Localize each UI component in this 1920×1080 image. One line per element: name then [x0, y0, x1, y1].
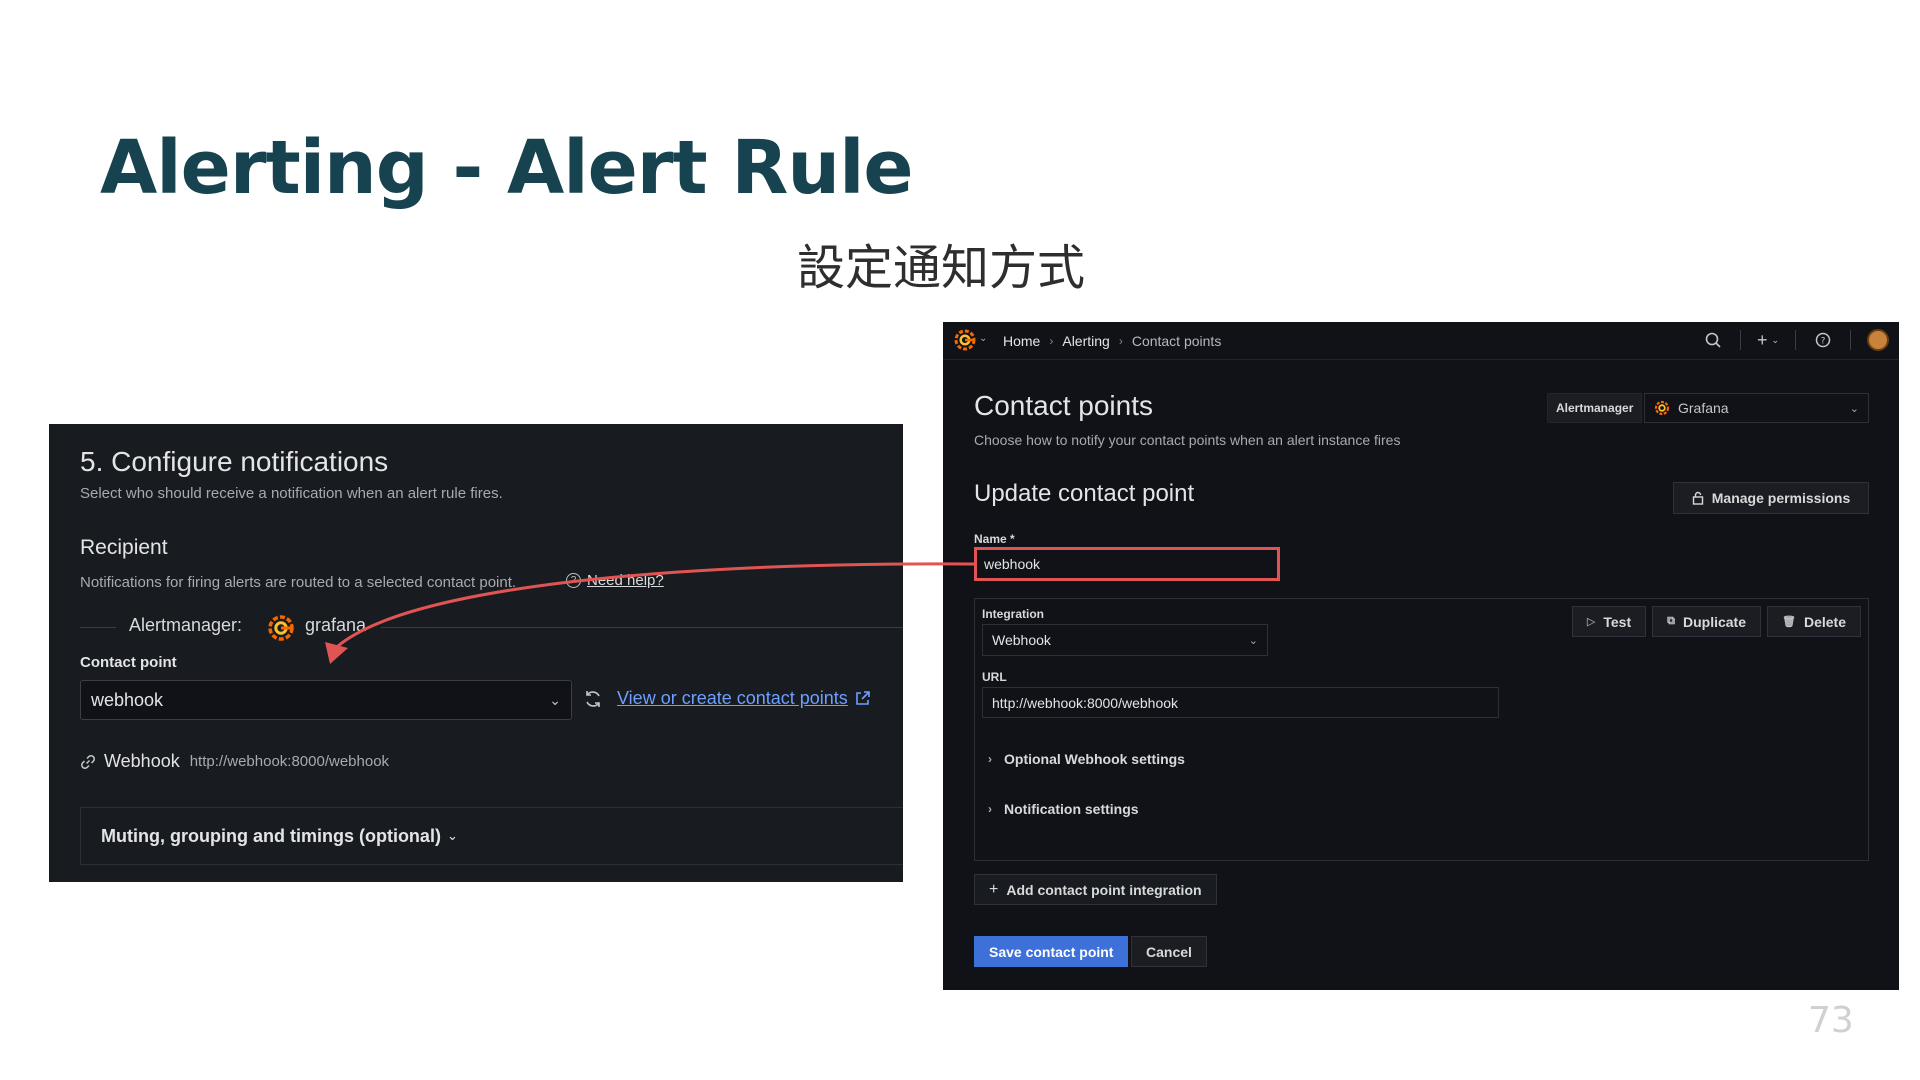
alertmanager-label: Alertmanager: [1547, 393, 1643, 423]
play-icon: ▷: [1586, 616, 1596, 628]
link-icon: [81, 754, 95, 769]
configure-notifications-panel: 5. Configure notifications Select who sh…: [49, 424, 903, 882]
contact-point-label: Contact point: [80, 654, 177, 671]
url-input[interactable]: http://webhook:8000/webhook: [982, 687, 1499, 718]
configure-notifications-description: Select who should receive a notification…: [80, 485, 503, 502]
delete-button-label: Delete: [1803, 613, 1846, 630]
breadcrumb: Home › Alerting › Contact points: [1003, 333, 1221, 349]
breadcrumb-home[interactable]: Home: [1003, 333, 1040, 349]
save-contact-point-button[interactable]: Save contact point: [974, 936, 1129, 967]
slide-title: Alerting - Alert Rule: [100, 125, 914, 211]
divider: [1850, 330, 1851, 350]
divider: [1739, 330, 1741, 350]
help-icon[interactable]: ?: [1812, 329, 1834, 351]
chevron-down-icon: ⌄: [549, 691, 561, 708]
divider: [1795, 330, 1796, 350]
integration-section: Integration Webhook ⌄ URL http://webhook…: [974, 598, 1869, 861]
view-contact-points-label: View or create contact points: [617, 688, 848, 708]
integration-selected-value: Webhook: [992, 632, 1051, 648]
alertmanager-selected-value: Grafana: [1678, 400, 1729, 416]
alertmanager-label: Alertmanager:: [129, 615, 243, 635]
contact-point-select[interactable]: webhook ⌄: [80, 680, 572, 720]
chevron-down-icon: ⌄: [446, 828, 458, 843]
chevron-right-icon: ›: [988, 802, 992, 816]
alertmanager-value: grafana: [305, 615, 367, 635]
chevron-right-icon: ›: [1049, 334, 1054, 348]
page-number: 73: [1808, 1000, 1854, 1041]
avatar[interactable]: [1867, 329, 1889, 351]
webhook-type: Webhook: [104, 751, 180, 771]
page-title: Contact points: [974, 390, 1153, 421]
test-button-label: Test: [1603, 613, 1632, 630]
chevron-right-icon: ›: [1118, 334, 1123, 348]
need-help-link[interactable]: ? Need help?: [566, 572, 664, 589]
test-button[interactable]: ▷ Test: [1571, 606, 1647, 637]
copy-icon: ⧉: [1667, 615, 1675, 627]
manage-permissions-button[interactable]: Manage permissions: [1673, 482, 1869, 514]
grafana-logo-icon: [268, 615, 294, 641]
breadcrumb-contact-points: Contact points: [1131, 333, 1222, 349]
contact-points-panel: ⌄ Home › Alerting › Contact points + ⌄ ?: [943, 322, 1899, 990]
chevron-right-icon: ›: [988, 752, 992, 766]
muting-grouping-toggle[interactable]: Muting, grouping and timings (optional) …: [80, 807, 903, 865]
plus-icon: +: [1756, 329, 1768, 350]
webhook-summary: Webhook http://webhook:8000/webhook: [80, 751, 389, 772]
delete-button[interactable]: 🗑 Delete: [1767, 606, 1861, 637]
divider: [80, 627, 116, 628]
add-integration-label: Add contact point integration: [1006, 881, 1202, 898]
name-field-label: Name *: [974, 532, 1015, 546]
svg-text:?: ?: [1821, 337, 1826, 347]
duplicate-button-label: Duplicate: [1682, 613, 1746, 630]
page-subtitle: Choose how to notify your contact points…: [974, 432, 1401, 448]
divider: [381, 627, 903, 628]
muting-grouping-label: Muting, grouping and timings (optional): [101, 825, 441, 846]
plus-icon: +: [989, 880, 999, 898]
recipient-heading: Recipient: [80, 536, 168, 559]
grafana-logo-icon: [1654, 400, 1670, 416]
chevron-down-icon: ⌄: [1248, 634, 1258, 647]
view-contact-points-link[interactable]: View or create contact points: [617, 688, 871, 709]
manage-permissions-label: Manage permissions: [1711, 490, 1851, 506]
webhook-url: http://webhook:8000/webhook: [189, 753, 390, 770]
duplicate-button[interactable]: ⧉ Duplicate: [1652, 606, 1761, 637]
chevron-down-icon: ⌄: [1849, 402, 1859, 415]
help-circle-icon: ?: [566, 573, 581, 588]
slide-subtitle: 設定通知方式: [797, 240, 1086, 296]
top-navigation-bar: ⌄ Home › Alerting › Contact points + ⌄ ?: [943, 322, 1899, 360]
notification-settings-label: Notification settings: [1004, 801, 1139, 817]
routed-description: Notifications for firing alerts are rout…: [80, 574, 517, 591]
breadcrumb-alerting[interactable]: Alerting: [1062, 333, 1109, 349]
optional-webhook-settings-toggle[interactable]: › Optional Webhook settings: [988, 751, 1185, 767]
cancel-button[interactable]: Cancel: [1131, 936, 1207, 967]
optional-webhook-settings-label: Optional Webhook settings: [1004, 751, 1185, 767]
configure-notifications-title: 5. Configure notifications: [80, 446, 389, 477]
add-integration-button[interactable]: + Add contact point integration: [974, 874, 1217, 905]
chevron-down-icon: ⌄: [1771, 334, 1779, 345]
external-link-icon: [855, 691, 870, 705]
alertmanager-select[interactable]: Grafana ⌄: [1644, 393, 1869, 423]
lock-icon: [1692, 491, 1703, 505]
trash-icon: 🗑: [1782, 616, 1796, 628]
notification-settings-toggle[interactable]: › Notification settings: [988, 801, 1139, 817]
top-bar-actions: + ⌄ ?: [1702, 329, 1889, 351]
contact-point-selected-value: webhook: [91, 689, 164, 710]
url-label: URL: [982, 670, 1007, 684]
update-contact-point-heading: Update contact point: [974, 480, 1195, 507]
search-icon[interactable]: [1702, 329, 1724, 351]
chevron-down-icon[interactable]: ⌄: [979, 333, 987, 344]
new-menu-button[interactable]: + ⌄: [1757, 330, 1779, 351]
refresh-icon[interactable]: [582, 688, 604, 710]
need-help-label: Need help?: [587, 572, 664, 589]
name-input[interactable]: webhook: [974, 547, 1280, 581]
integration-label: Integration: [982, 607, 1044, 621]
integration-actions: ▷ Test ⧉ Duplicate 🗑 Delete: [1571, 606, 1861, 637]
grafana-logo-icon[interactable]: [953, 328, 977, 352]
integration-select[interactable]: Webhook ⌄: [982, 624, 1268, 656]
